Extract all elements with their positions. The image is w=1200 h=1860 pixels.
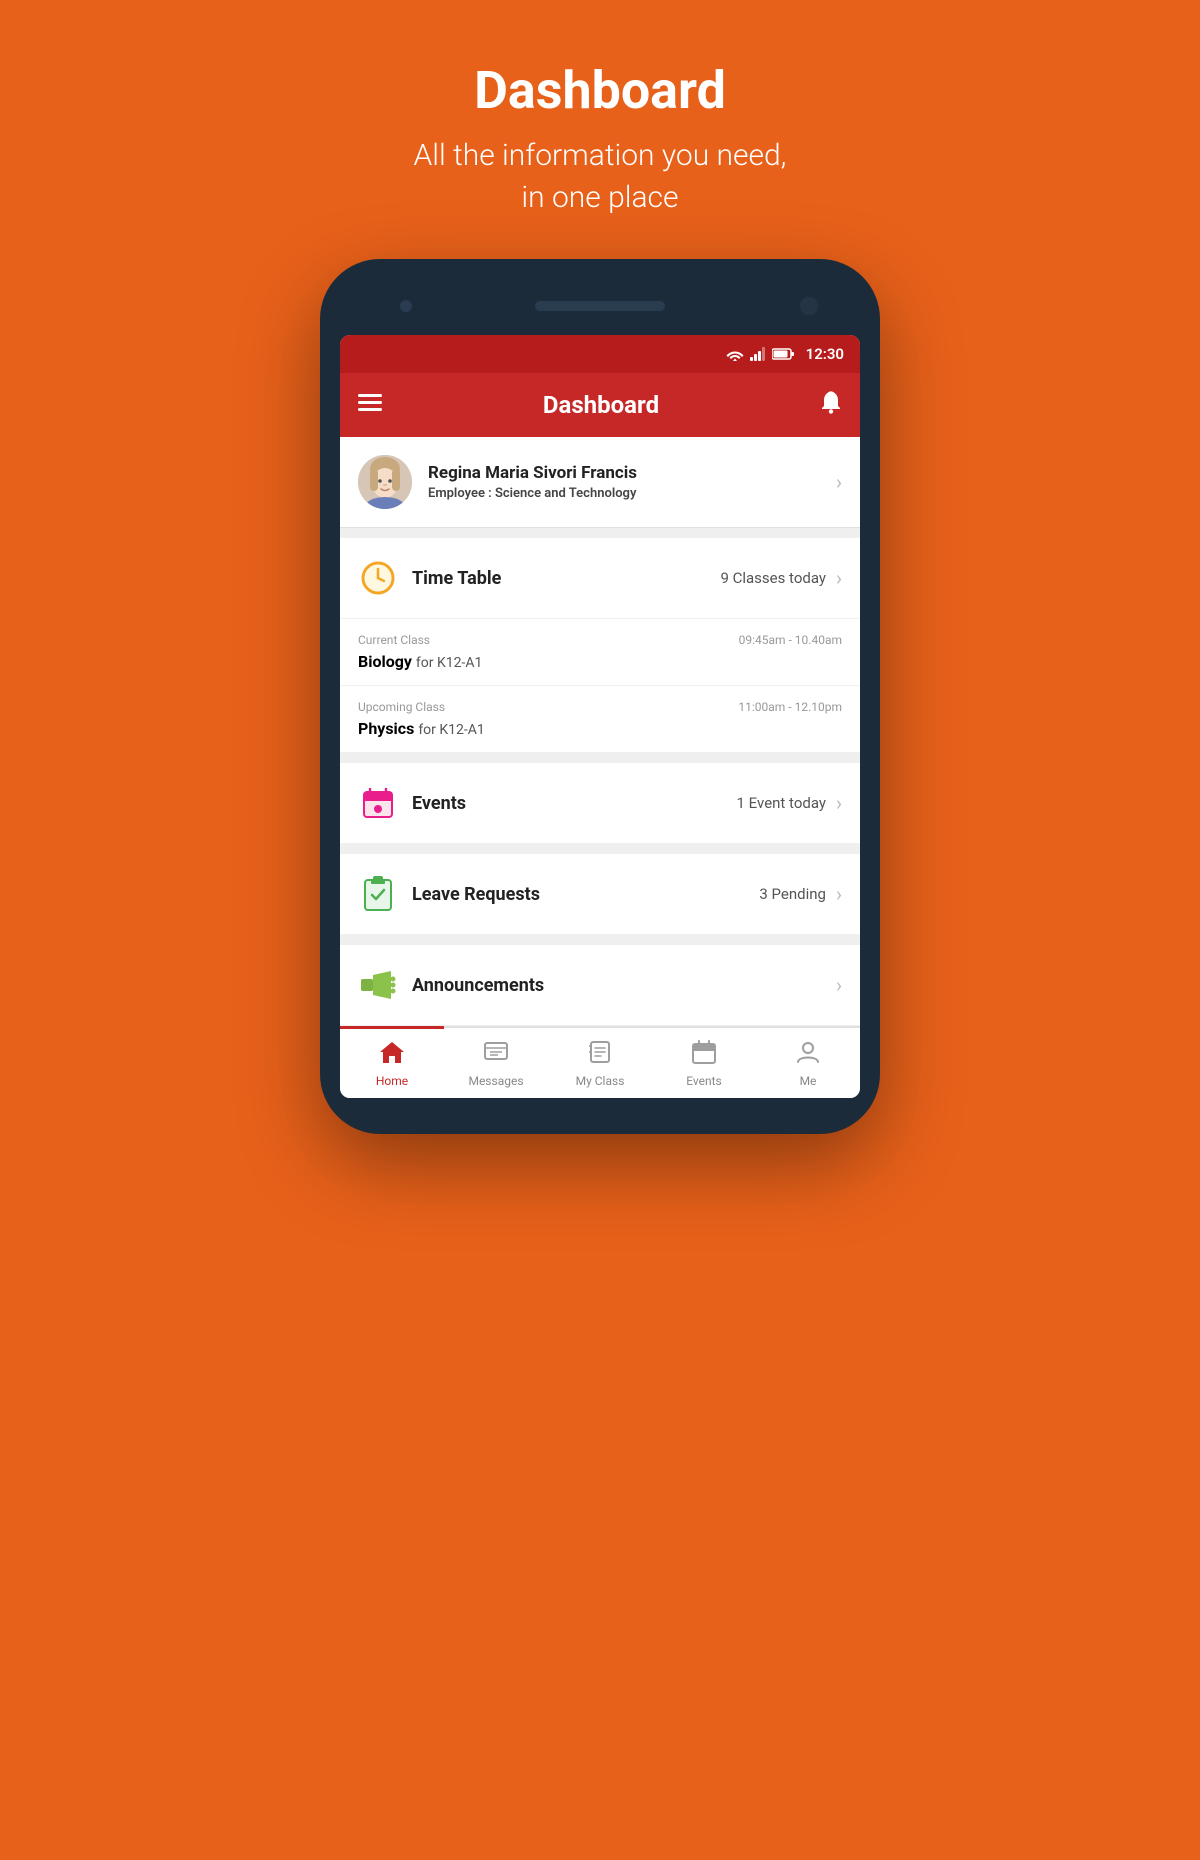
- profile-chevron-icon: ›: [836, 470, 842, 494]
- phone-screen: 12:30 Dashboard: [340, 335, 860, 1098]
- front-camera-dot: [400, 300, 412, 312]
- section-gap-1: [340, 528, 860, 538]
- bottom-nav-container: Home Messages: [340, 1026, 860, 1098]
- announcements-label: Announcements: [412, 975, 836, 996]
- bottom-nav: Home Messages: [340, 1026, 860, 1098]
- screen-content: Regina Maria Sivori Francis Employee : S…: [340, 437, 860, 1098]
- nav-my-class[interactable]: My Class: [548, 1028, 652, 1098]
- timetable-card: Time Table 9 Classes today › Current Cla…: [340, 538, 860, 753]
- status-time: 12:30: [806, 345, 844, 363]
- events-label: Events: [412, 793, 737, 814]
- app-bar-title: Dashboard: [543, 391, 659, 419]
- upcoming-class-row[interactable]: Upcoming Class 11:00am - 12.10pm Physics…: [340, 686, 860, 753]
- home-icon: [379, 1040, 405, 1070]
- me-icon: [795, 1040, 821, 1070]
- announcements-chevron-icon: ›: [836, 973, 842, 997]
- calendar-icon: [358, 783, 398, 823]
- nav-events[interactable]: Events: [652, 1028, 756, 1098]
- hamburger-icon[interactable]: [358, 393, 382, 418]
- events-count: 1 Event today: [737, 794, 826, 812]
- nav-events-label: Events: [686, 1074, 722, 1088]
- phone-top-bar: [340, 287, 860, 325]
- leave-requests-label: Leave Requests: [412, 884, 759, 905]
- nav-events-icon: [691, 1040, 717, 1070]
- nav-home[interactable]: Home: [340, 1028, 444, 1098]
- upcoming-class-type: Upcoming Class: [358, 700, 445, 714]
- nav-messages[interactable]: Messages: [444, 1028, 548, 1098]
- hero-title: Dashboard: [414, 60, 787, 121]
- clipboard-icon: [358, 874, 398, 914]
- leave-requests-header[interactable]: Leave Requests 3 Pending ›: [340, 854, 860, 935]
- timetable-count: 9 Classes today: [720, 569, 826, 587]
- phone-speaker: [535, 301, 665, 311]
- nav-home-label: Home: [376, 1074, 408, 1088]
- status-icons: 12:30: [726, 345, 844, 363]
- battery-icon: [772, 348, 794, 360]
- page-header: Dashboard All the information you need, …: [414, 60, 787, 219]
- nav-me-label: Me: [800, 1074, 817, 1088]
- current-class-row[interactable]: Current Class 09:45am - 10.40am Biology …: [340, 619, 860, 686]
- messages-icon: [483, 1040, 509, 1070]
- events-header[interactable]: Events 1 Event today ›: [340, 763, 860, 844]
- events-card: Events 1 Event today ›: [340, 763, 860, 844]
- active-indicator: [340, 1026, 444, 1029]
- profile-info: Regina Maria Sivori Francis Employee : S…: [428, 463, 836, 501]
- nav-me[interactable]: Me: [756, 1028, 860, 1098]
- my-class-icon: [587, 1040, 613, 1070]
- leave-requests-count: 3 Pending: [759, 885, 826, 903]
- status-bar: 12:30: [340, 335, 860, 373]
- avatar: [358, 455, 412, 509]
- leave-requests-card: Leave Requests 3 Pending ›: [340, 854, 860, 935]
- announcements-card: Announcements ›: [340, 945, 860, 1026]
- bell-icon[interactable]: [820, 390, 842, 420]
- nav-messages-label: Messages: [468, 1074, 523, 1088]
- upcoming-class-time: 11:00am - 12.10pm: [738, 700, 842, 714]
- app-bar: Dashboard: [340, 373, 860, 437]
- section-gap-3: [340, 844, 860, 854]
- hero-subtitle: All the information you need, in one pla…: [414, 135, 787, 219]
- timetable-label: Time Table: [412, 568, 720, 589]
- nav-my-class-label: My Class: [576, 1074, 625, 1088]
- profile-card[interactable]: Regina Maria Sivori Francis Employee : S…: [340, 437, 860, 528]
- section-gap-4: [340, 935, 860, 945]
- current-class-time: 09:45am - 10.40am: [739, 633, 842, 647]
- timetable-header[interactable]: Time Table 9 Classes today ›: [340, 538, 860, 619]
- profile-name: Regina Maria Sivori Francis: [428, 463, 836, 483]
- clock-icon: [358, 558, 398, 598]
- wifi-icon: [726, 347, 744, 361]
- front-camera-main: [798, 295, 820, 317]
- section-gap-2: [340, 753, 860, 763]
- phone-shell: 12:30 Dashboard: [320, 259, 880, 1134]
- announce-icon: [358, 965, 398, 1005]
- leave-requests-chevron-icon: ›: [836, 882, 842, 906]
- announcements-header[interactable]: Announcements ›: [340, 945, 860, 1026]
- timetable-chevron-icon: ›: [836, 566, 842, 590]
- signal-icon: [750, 347, 766, 361]
- current-class-type: Current Class: [358, 633, 430, 647]
- events-chevron-icon: ›: [836, 791, 842, 815]
- profile-role: Employee : Science and Technology: [428, 486, 836, 501]
